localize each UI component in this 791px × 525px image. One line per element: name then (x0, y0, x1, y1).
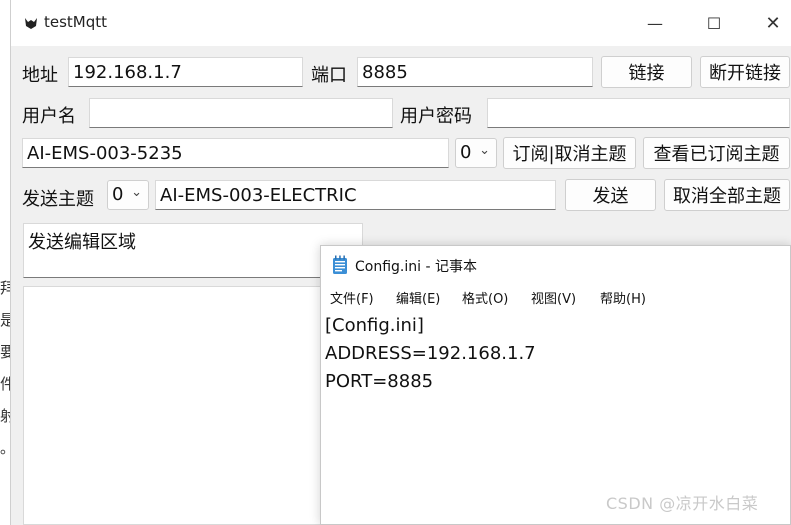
send-qos-select[interactable]: 0 ⌄ (107, 180, 149, 210)
username-input[interactable] (89, 98, 393, 128)
notepad-text-area[interactable]: [Config.ini] ADDRESS=192.168.1.7 PORT=8885 (325, 312, 536, 396)
send-qos-value: 0 (112, 184, 124, 205)
menu-format[interactable]: 格式(O) (462, 288, 508, 307)
port-label: 端口 (311, 65, 347, 86)
address-input[interactable] (68, 57, 303, 87)
password-label: 用户密码 (400, 106, 472, 127)
text-line: [Config.ini] (325, 315, 424, 336)
notepad-icon (333, 255, 347, 274)
notepad-title: Config.ini - 记事本 (355, 259, 477, 275)
connect-button[interactable]: 链接 (601, 56, 692, 88)
password-input[interactable] (487, 98, 790, 128)
menu-help[interactable]: 帮助(H) (600, 288, 646, 307)
menu-view[interactable]: 视图(V) (531, 288, 576, 307)
chevron-down-icon: ⌄ (131, 185, 142, 200)
close-button[interactable]: ✕ (753, 9, 791, 37)
minimize-button[interactable]: — (635, 9, 675, 37)
subscribe-toggle-button[interactable]: 订阅|取消主题 (503, 137, 636, 169)
menu-file[interactable]: 文件(F) (330, 288, 374, 307)
send-edit-area[interactable]: 发送编辑区域 (23, 223, 363, 278)
text-line: PORT=8885 (325, 371, 434, 392)
view-subscribed-button[interactable]: 查看已订阅主题 (643, 137, 790, 169)
username-label: 用户名 (22, 106, 76, 127)
chevron-down-icon: ⌄ (479, 143, 490, 158)
notepad-title-bar[interactable]: Config.ini - 记事本 (321, 246, 790, 284)
maximize-button[interactable]: ☐ (694, 9, 734, 37)
send-topic-label: 发送主题 (22, 189, 94, 210)
port-input[interactable] (357, 57, 593, 87)
address-label: 地址 (22, 65, 58, 86)
notepad-menu-bar: 文件(F) 编辑(E) 格式(O) 视图(V) 帮助(H) (321, 284, 790, 310)
topic-input[interactable] (22, 138, 449, 168)
cancel-all-topics-button[interactable]: 取消全部主题 (664, 179, 790, 211)
send-topic-input[interactable] (155, 180, 556, 210)
text-line: ADDRESS=192.168.1.7 (325, 343, 536, 364)
qos-value: 0 (460, 142, 472, 163)
edit-area-placeholder: 发送编辑区域 (28, 232, 136, 253)
notepad-window: Config.ini - 记事本 文件(F) 编辑(E) 格式(O) 视图(V)… (320, 245, 791, 525)
message-log-area[interactable] (23, 286, 353, 525)
menu-edit[interactable]: 编辑(E) (396, 288, 440, 307)
disconnect-button[interactable]: 断开链接 (700, 56, 790, 88)
title-bar[interactable]: testMqtt — ☐ ✕ (11, 0, 791, 46)
app-icon (25, 18, 37, 29)
watermark: CSDN @凉开水白菜 (606, 494, 759, 513)
qos-select[interactable]: 0 ⌄ (455, 138, 497, 168)
send-button[interactable]: 发送 (565, 179, 656, 211)
window-title: testMqtt (44, 13, 108, 31)
